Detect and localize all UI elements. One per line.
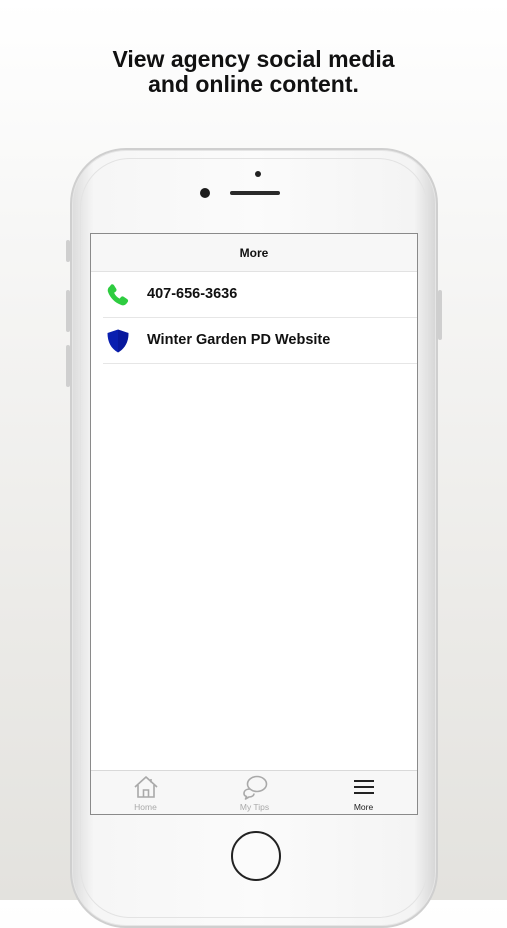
- list-item-phone[interactable]: 407-656-3636: [103, 272, 417, 318]
- volume-up-button: [66, 290, 70, 332]
- volume-down-button: [66, 345, 70, 387]
- mute-switch: [66, 240, 70, 262]
- phone-icon: [107, 284, 129, 306]
- tab-home-label: Home: [134, 802, 157, 812]
- shield-icon: [107, 329, 129, 353]
- proximity-sensor: [255, 171, 261, 177]
- tab-home[interactable]: Home: [91, 771, 200, 814]
- menu-icon: [354, 780, 374, 794]
- earpiece-speaker: [230, 191, 280, 195]
- home-icon: [134, 776, 158, 798]
- power-button: [438, 290, 442, 340]
- chat-bubbles-icon: [243, 775, 268, 800]
- phone-number-label: 407-656-3636: [147, 286, 238, 302]
- navigation-bar: More: [91, 234, 417, 272]
- tab-more[interactable]: More: [309, 771, 417, 814]
- promo-headline: View agency social media and online cont…: [0, 47, 507, 97]
- tab-bar: Home My Tips More: [91, 770, 417, 814]
- tab-my-tips[interactable]: My Tips: [200, 771, 309, 814]
- promo-headline-line-1: View agency social media: [112, 46, 395, 72]
- front-camera: [200, 188, 210, 198]
- website-link-label: Winter Garden PD Website: [147, 332, 331, 348]
- app-screen: More 407-656-3636 Winter Garden PD Websi…: [90, 233, 418, 815]
- page-title: More: [239, 246, 269, 260]
- home-hardware-button[interactable]: [231, 831, 281, 881]
- list-item-website[interactable]: Winter Garden PD Website: [103, 318, 417, 364]
- more-list: 407-656-3636 Winter Garden PD Website: [91, 272, 417, 364]
- tab-more-label: More: [353, 802, 374, 812]
- tab-my-tips-label: My Tips: [239, 802, 270, 812]
- promo-headline-line-2: and online content.: [148, 71, 359, 97]
